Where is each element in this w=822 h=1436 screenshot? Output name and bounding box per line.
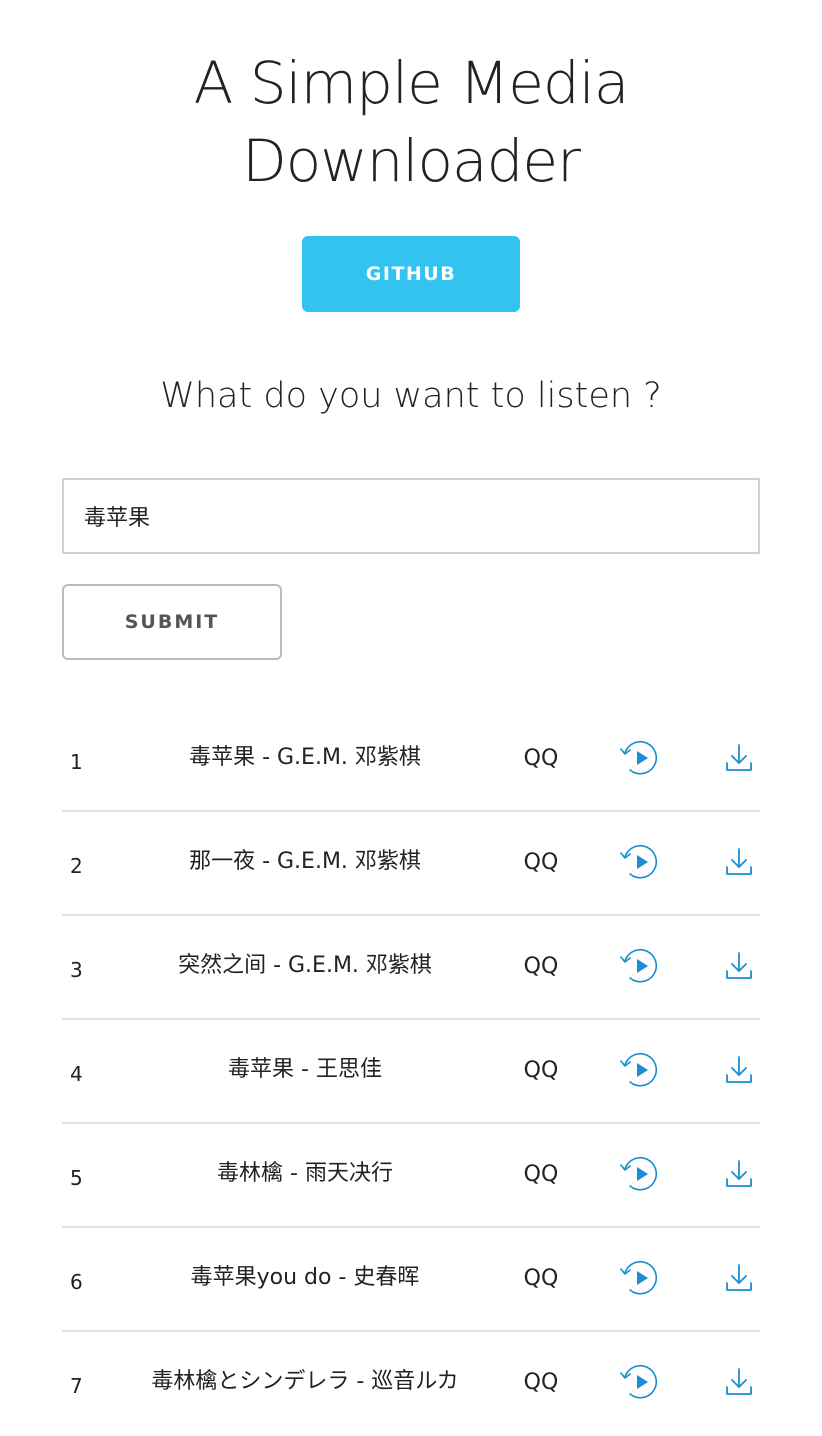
play-button[interactable] (618, 708, 662, 808)
result-number: 5 (70, 1166, 83, 1190)
result-song-title: 毒苹果 - G.E.M. 邓紫棋 (189, 745, 421, 770)
result-source: QQ (523, 1057, 559, 1083)
download-icon (725, 951, 753, 981)
result-number: 3 (70, 958, 83, 982)
download-button[interactable] (722, 1228, 756, 1328)
result-source: QQ (523, 745, 559, 771)
submit-button[interactable]: SUBMIT (62, 584, 282, 660)
download-button[interactable] (722, 1124, 756, 1224)
download-button[interactable] (722, 812, 756, 912)
result-row: 1 毒苹果 - G.E.M. 邓紫棋 QQ (62, 708, 760, 812)
play-circle-icon (619, 946, 661, 986)
result-row: 2 那一夜 - G.E.M. 邓紫棋 QQ (62, 812, 760, 916)
download-button[interactable] (722, 1332, 756, 1432)
result-song-title: 毒苹果you do - 史春晖 (190, 1265, 420, 1290)
download-icon (725, 1055, 753, 1085)
result-song-title: 毒林檎 - 雨天决行 (217, 1161, 393, 1186)
result-row: 4 毒苹果 - 王思佳 QQ (62, 1020, 760, 1124)
result-song-title: 突然之间 - G.E.M. 邓紫棋 (178, 953, 432, 978)
play-button[interactable] (618, 1124, 662, 1224)
result-song-title: 毒苹果 - 王思佳 (228, 1057, 382, 1082)
result-song-title: 那一夜 - G.E.M. 邓紫棋 (189, 849, 421, 874)
play-circle-icon (619, 842, 661, 882)
download-icon (725, 1159, 753, 1189)
play-button[interactable] (618, 916, 662, 1016)
result-source: QQ (523, 1265, 559, 1291)
result-row: 6 毒苹果you do - 史春晖 QQ (62, 1228, 760, 1332)
download-button[interactable] (722, 916, 756, 1016)
result-song-title: 毒林檎とシンデレラ - 巡音ルカ (151, 1369, 459, 1394)
page-title-line-1: A Simple Media (193, 49, 630, 117)
download-icon (725, 743, 753, 773)
play-circle-icon (619, 1258, 661, 1298)
play-button[interactable] (618, 1332, 662, 1432)
results-list: 1 毒苹果 - G.E.M. 邓紫棋 QQ 2 那一夜 - G.E.M. 邓紫棋… (62, 708, 760, 1434)
download-button[interactable] (722, 708, 756, 808)
play-circle-icon (619, 1362, 661, 1402)
result-number: 2 (70, 854, 83, 878)
result-row: 7 毒林檎とシンデレラ - 巡音ルカ QQ (62, 1332, 760, 1434)
result-row: 3 突然之间 - G.E.M. 邓紫棋 QQ (62, 916, 760, 1020)
result-source: QQ (523, 849, 559, 875)
page-title: A Simple Media Downloader (0, 44, 822, 200)
result-number: 4 (70, 1062, 83, 1086)
github-button[interactable]: GITHUB (302, 236, 520, 312)
result-source: QQ (523, 1161, 559, 1187)
play-circle-icon (619, 738, 661, 778)
result-number: 7 (70, 1374, 83, 1398)
play-circle-icon (619, 1050, 661, 1090)
play-button[interactable] (618, 812, 662, 912)
page-title-line-2: Downloader (242, 127, 581, 195)
download-icon (725, 1263, 753, 1293)
download-icon (725, 1367, 753, 1397)
result-number: 6 (70, 1270, 83, 1294)
download-button[interactable] (722, 1020, 756, 1120)
search-input[interactable] (62, 478, 760, 554)
play-circle-icon (619, 1154, 661, 1194)
play-button[interactable] (618, 1020, 662, 1120)
result-row: 5 毒林檎 - 雨天决行 QQ (62, 1124, 760, 1228)
play-button[interactable] (618, 1228, 662, 1328)
result-number: 1 (70, 750, 83, 774)
result-source: QQ (523, 953, 559, 979)
download-icon (725, 847, 753, 877)
result-source: QQ (523, 1369, 559, 1395)
search-prompt: What do you want to listen ? (160, 376, 662, 416)
